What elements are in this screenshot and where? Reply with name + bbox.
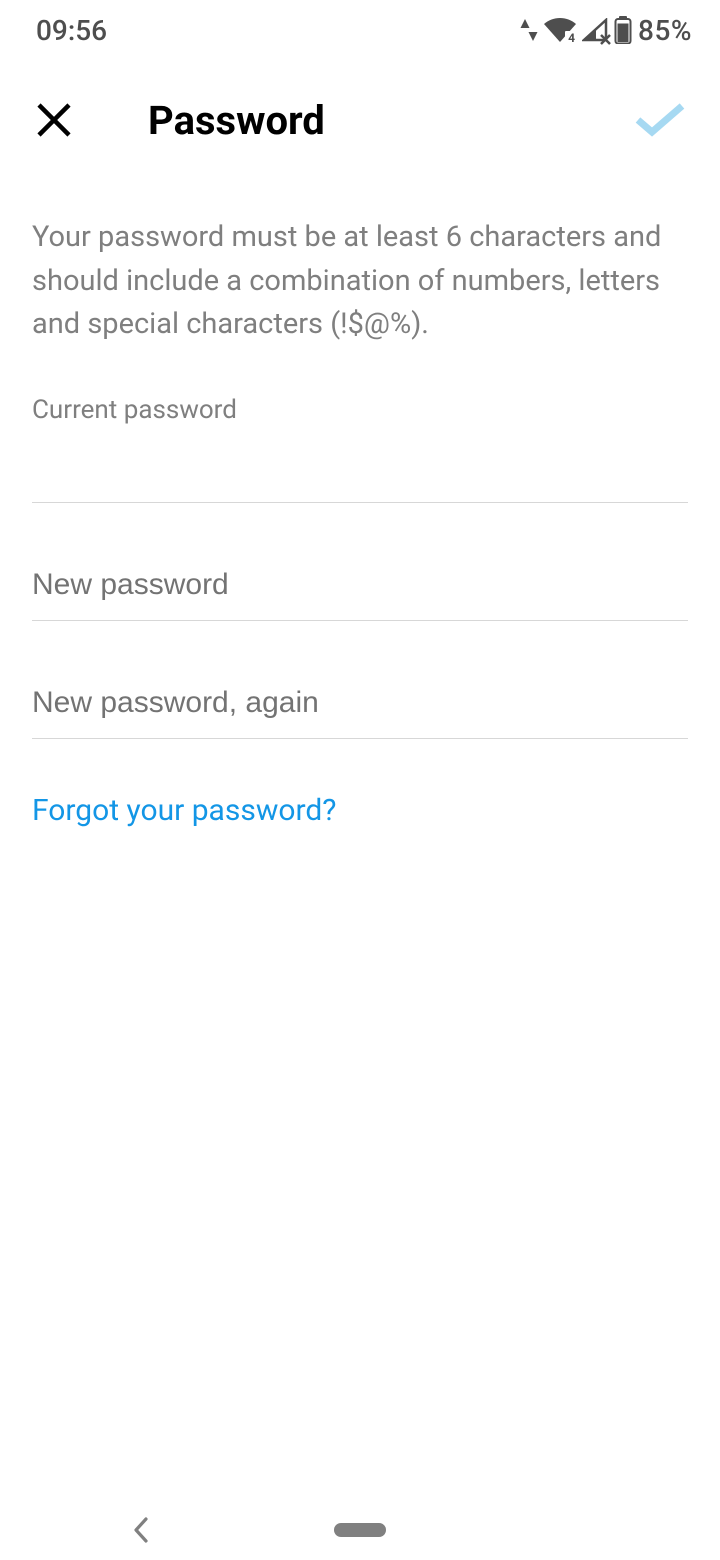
status-indicators: 4 85% xyxy=(520,14,692,47)
new-password-block xyxy=(32,551,688,621)
current-password-block: Current password xyxy=(32,395,688,503)
battery-percentage: 85% xyxy=(638,14,692,47)
system-nav-bar xyxy=(0,1500,720,1560)
forgot-password-link[interactable]: Forgot your password? xyxy=(32,793,336,828)
data-activity-icon xyxy=(520,17,538,43)
confirm-password-block xyxy=(32,669,688,739)
current-password-label: Current password xyxy=(32,395,688,425)
new-password-input[interactable] xyxy=(32,551,688,621)
wifi-badge: 4 xyxy=(565,31,578,44)
page-title: Password xyxy=(148,97,325,144)
header: Password xyxy=(0,60,720,180)
confirm-button[interactable] xyxy=(632,92,688,148)
cellular-no-signal-icon xyxy=(600,34,611,45)
status-time: 09:56 xyxy=(36,14,107,47)
nav-home-pill[interactable] xyxy=(334,1523,386,1537)
content: Your password must be at least 6 charact… xyxy=(0,180,720,828)
cellular-icon xyxy=(582,18,608,42)
wifi-icon: 4 xyxy=(544,18,576,42)
nav-back-button[interactable] xyxy=(132,1516,150,1544)
password-requirements-text: Your password must be at least 6 charact… xyxy=(32,216,688,347)
confirm-password-input[interactable] xyxy=(32,669,688,739)
checkmark-icon xyxy=(634,100,686,140)
current-password-input[interactable] xyxy=(32,433,688,503)
close-icon xyxy=(34,100,74,140)
battery-icon xyxy=(614,16,632,44)
status-bar: 09:56 4 xyxy=(0,0,720,60)
close-button[interactable] xyxy=(32,98,76,142)
